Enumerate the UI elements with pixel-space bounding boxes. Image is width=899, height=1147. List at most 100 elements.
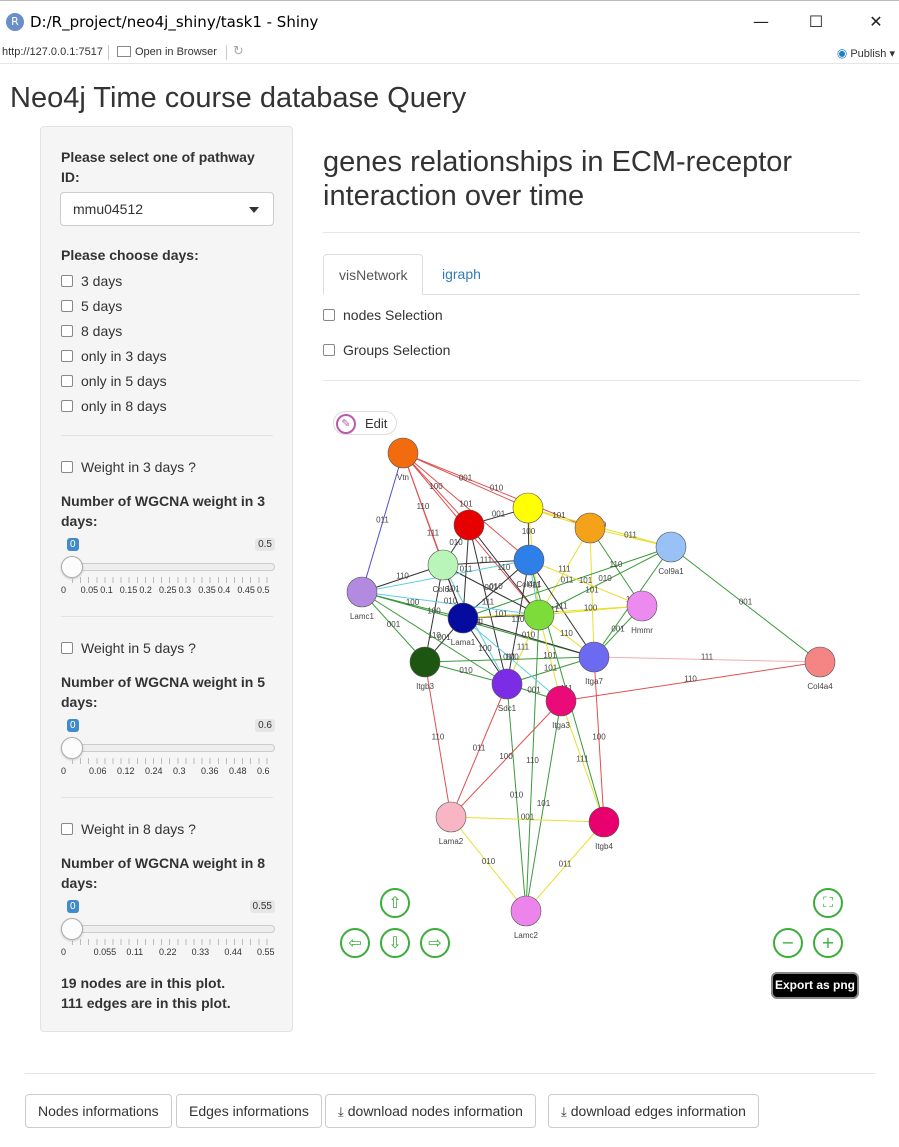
checkbox-icon[interactable] — [61, 375, 73, 387]
refresh-icon[interactable]: ↻ — [233, 44, 244, 59]
network-node-lamc2[interactable] — [510, 895, 542, 927]
network-node-yellow[interactable] — [512, 492, 544, 524]
network-node-vtn[interactable] — [387, 437, 419, 469]
weight-8-slider[interactable]: 0 0.55 0 0.055 0.11 0.22 0.33 0.44 0.55 — [61, 891, 275, 957]
weight-3-checkbox-label: Weight in 3 days ? — [81, 459, 196, 475]
publish-button[interactable]: ◉ Publish ▾ — [837, 46, 895, 60]
pan-right-button[interactable]: ⇨ — [420, 928, 450, 958]
slider-track[interactable] — [71, 744, 275, 752]
checkbox-icon[interactable] — [61, 400, 73, 412]
slider-handle[interactable] — [61, 918, 83, 940]
download-nodes-label: download nodes information — [347, 1103, 523, 1119]
edge-label: 010 — [510, 791, 524, 800]
edge-label: 101 — [579, 576, 593, 585]
minimize-button[interactable]: — — [746, 9, 776, 35]
pan-up-button[interactable]: ⇧ — [380, 888, 410, 918]
node-label: Itgb3 — [416, 682, 434, 691]
slider-track[interactable] — [71, 925, 275, 933]
nodes-selection-checkbox[interactable]: nodes Selection — [323, 307, 443, 323]
days-label: Please choose days: — [61, 247, 199, 263]
pan-down-button[interactable]: ⇩ — [380, 928, 410, 958]
checkbox-icon[interactable] — [61, 325, 73, 337]
weight-3-slider[interactable]: 0 0.5 0 0.05 0.1 0.15 0.2 0.25 0.3 0.35 0.4 0.45 0… — [61, 529, 275, 595]
slider-value-label: 0 — [67, 538, 79, 551]
network-node-col6a[interactable] — [427, 549, 459, 581]
checkbox-icon[interactable] — [61, 350, 73, 362]
network-node-orange[interactable] — [574, 512, 606, 544]
edges-count-text: 111 edges are in this plot. — [61, 995, 231, 1011]
weight-3-checkbox[interactable]: Weight in 3 days ? — [61, 458, 196, 476]
pathway-select[interactable]: mmu04512 — [60, 192, 274, 226]
day-checkbox-label: only in 3 days — [81, 348, 167, 364]
download-edges-button[interactable]: ⤓ download edges information — [548, 1094, 759, 1128]
day-checkbox-only-5[interactable]: only in 5 days — [61, 372, 167, 390]
network-node-red[interactable] — [453, 509, 485, 541]
network-node-hmmr[interactable] — [626, 590, 658, 622]
day-checkbox-only-3[interactable]: only in 3 days — [61, 347, 167, 365]
network-graph[interactable]: 1000010100111101111011000010100111101111… — [323, 400, 883, 960]
network-node-itga3[interactable] — [545, 685, 577, 717]
checkbox-icon[interactable] — [61, 823, 73, 835]
network-node-blue[interactable] — [513, 544, 545, 576]
slider-max-label: 0.6 — [255, 719, 275, 732]
edge-label: 110 — [432, 733, 445, 742]
slider-ticks — [72, 758, 274, 764]
slider-value-label: 0 — [67, 719, 79, 732]
node-label: Itgb4 — [595, 842, 613, 851]
network-node-navy[interactable] — [447, 602, 479, 634]
zoom-in-button[interactable]: + — [813, 928, 843, 958]
day-checkbox-5[interactable]: 5 days — [61, 297, 122, 315]
maximize-button[interactable]: ☐ — [801, 9, 831, 35]
pencil-icon: ✎ — [336, 414, 356, 434]
export-png-button[interactable]: Export as png — [771, 972, 859, 999]
network-node-itgb4[interactable] — [588, 806, 620, 838]
slider-handle[interactable] — [61, 556, 83, 578]
checkbox-icon[interactable] — [323, 344, 335, 356]
checkbox-icon[interactable] — [61, 300, 73, 312]
node-label: Col6a — [433, 585, 454, 594]
edge-label: 011 — [460, 565, 473, 574]
divider — [108, 45, 109, 60]
download-icon: ⤓ — [338, 1105, 344, 1120]
network-node-sdc1[interactable] — [491, 668, 523, 700]
edges-info-button[interactable]: Edges informations — [176, 1094, 322, 1128]
network-node-lama2[interactable] — [435, 801, 467, 833]
weight-5-checkbox[interactable]: Weight in 5 days ? — [61, 639, 196, 657]
download-nodes-button[interactable]: ⤓ download nodes information — [325, 1094, 536, 1128]
tab-visnetwork[interactable]: visNetwork — [323, 254, 424, 295]
open-in-browser-button[interactable]: Open in Browser — [117, 46, 217, 58]
slider-handle[interactable] — [61, 737, 83, 759]
network-node-col9a1[interactable] — [655, 531, 687, 563]
network-node-itga7[interactable] — [578, 641, 610, 673]
network-node-green[interactable] — [523, 599, 555, 631]
edge-label: 011 — [624, 531, 637, 540]
checkbox-icon[interactable] — [61, 275, 73, 287]
network-node-col4a4[interactable] — [804, 646, 836, 678]
divider — [61, 435, 273, 436]
day-checkbox-only-8[interactable]: only in 8 days — [61, 397, 167, 415]
edge-label: 100 — [522, 527, 536, 536]
close-button[interactable]: ✕ — [861, 9, 891, 35]
day-checkbox-label: 3 days — [81, 273, 123, 289]
zoom-out-button[interactable]: − — [773, 928, 803, 958]
day-checkbox-8[interactable]: 8 days — [61, 322, 122, 340]
nodes-info-button[interactable]: Nodes informations — [25, 1094, 172, 1128]
weight-8-checkbox[interactable]: Weight in 8 days ? — [61, 820, 196, 838]
slider-tick-label: 0.55 — [257, 947, 275, 957]
groups-selection-checkbox[interactable]: Groups Selection — [323, 342, 450, 358]
checkbox-icon[interactable] — [61, 642, 73, 654]
day-checkbox-3[interactable]: 3 days — [61, 272, 122, 290]
network-node-lamc1[interactable] — [346, 576, 378, 608]
edge-label: 101 — [543, 651, 557, 660]
checkbox-icon[interactable] — [61, 461, 73, 473]
fit-view-button[interactable]: ⛶ — [813, 888, 843, 918]
edit-button[interactable]: ✎ Edit — [333, 411, 397, 435]
pan-left-button[interactable]: ⇦ — [340, 928, 370, 958]
slider-track[interactable] — [71, 563, 275, 571]
weight-5-slider[interactable]: 0 0.6 0 0.06 0.12 0.24 0.3 0.36 0.48 0.6 — [61, 710, 275, 776]
checkbox-icon[interactable] — [323, 309, 335, 321]
tab-igraph[interactable]: igraph — [427, 254, 496, 295]
slider-value-label: 0 — [67, 900, 79, 913]
edge-label: 101 — [494, 610, 508, 619]
network-node-itgb3[interactable] — [409, 646, 441, 678]
